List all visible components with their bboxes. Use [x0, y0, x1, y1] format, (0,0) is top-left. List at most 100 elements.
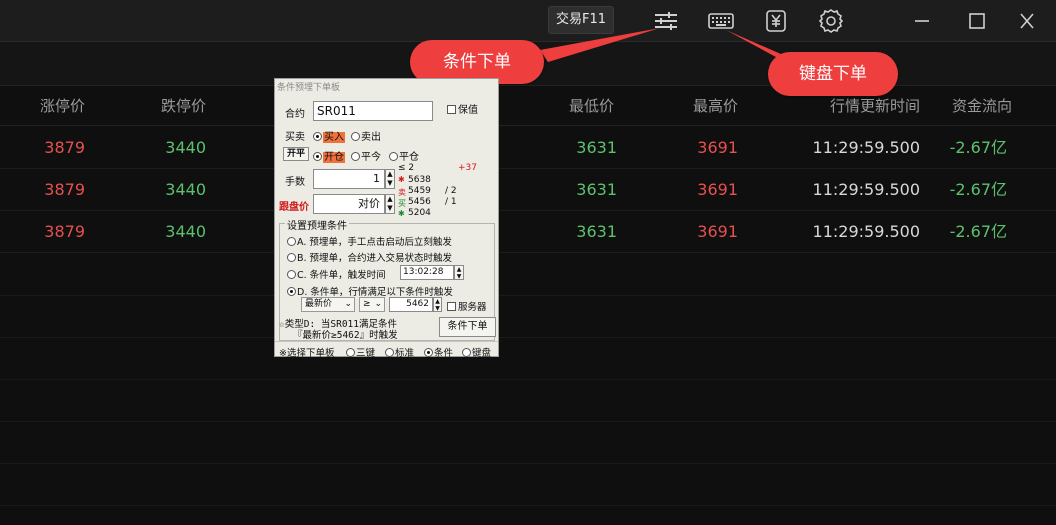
trigger-time-input[interactable]: 13:02:28	[400, 265, 454, 280]
qty-input[interactable]: 1	[313, 169, 385, 189]
header-limit-up[interactable]: 涨停价	[0, 86, 85, 126]
group-title: 设置预埋条件	[285, 217, 349, 232]
keep-label: 保值	[458, 105, 478, 116]
panel-select-label: ※选择下单板	[279, 348, 335, 359]
keyboard-icon[interactable]	[707, 8, 735, 34]
contract-input[interactable]: SR011	[313, 101, 433, 121]
cell-limit-down: 3440	[165, 222, 206, 241]
open-radio[interactable]: 开仓	[313, 148, 345, 163]
panel-three-key-dot[interactable]	[346, 348, 355, 357]
close-radio-dot[interactable]	[389, 152, 398, 161]
table-row[interactable]: 3879 3440 3631 3691 11:29:59.500 -2.67亿	[0, 169, 1056, 211]
option-d-radio[interactable]: D. 条件单，行情满足以下条件时触发	[287, 284, 453, 298]
quote-table-header: 涨停价 跌停价 最低价 最高价 行情更新时间 资金流向	[0, 86, 1056, 126]
server-label: 服务器	[458, 302, 487, 313]
callout-keyboard-order: 键盘下单	[768, 52, 898, 96]
option-a-radio[interactable]: A. 预埋单，手工点击启动后立刻触发	[287, 234, 452, 248]
option-c-radio[interactable]: C. 条件单，触发时间	[287, 267, 386, 281]
row-divider	[0, 337, 1056, 338]
maximize-icon[interactable]	[963, 8, 991, 34]
option-a-dot[interactable]	[287, 237, 296, 246]
row-divider	[0, 379, 1056, 380]
table-row[interactable]: 3879 3440 3631 3691 11:29:59.500 -2.67亿	[0, 127, 1056, 169]
cell-update-time: 11:29:59.500	[812, 180, 920, 199]
book-p1: 5638	[408, 175, 431, 185]
close-today-label: 平今	[361, 152, 381, 163]
book-buy-tag: 买	[398, 199, 406, 208]
buy-label: 买入	[323, 132, 345, 143]
minimize-icon[interactable]	[908, 8, 936, 34]
submit-conditional-order-button[interactable]: 条件下单	[439, 317, 496, 337]
row-divider	[0, 463, 1056, 464]
panel-option-conditional[interactable]: 条件	[424, 345, 453, 359]
close-today-radio-dot[interactable]	[351, 152, 360, 161]
conditional-order-icon[interactable]	[652, 8, 680, 34]
open-label: 开仓	[323, 152, 345, 163]
follow-price-button[interactable]: 跟盘价	[279, 198, 309, 213]
close-label: 平仓	[399, 152, 419, 163]
price-stepper[interactable]: ▲ ▼	[385, 194, 395, 214]
qty-stepper[interactable]: ▲ ▼	[385, 169, 395, 189]
keep-check-box[interactable]	[447, 105, 456, 114]
row-divider	[0, 505, 1056, 506]
cell-limit-up: 3879	[44, 138, 85, 157]
cell-high: 3691	[697, 138, 738, 157]
panel-option-standard[interactable]: 标准	[385, 345, 414, 359]
condition-value-stepper[interactable]: ▲ ▼	[433, 297, 442, 312]
panel-option-three-key[interactable]: 三键	[346, 345, 375, 359]
dialog-divider	[275, 341, 498, 342]
panel-three-key-label: 三键	[356, 348, 376, 359]
book-arrow-up-icon: ✱	[398, 175, 405, 184]
cell-fund-flow: -2.67亿	[949, 138, 1007, 157]
cell-update-time: 11:29:59.500	[812, 222, 920, 241]
option-b-radio[interactable]: B. 预埋单，合约进入交易状态时触发	[287, 250, 452, 264]
buy-radio[interactable]: 买入	[313, 128, 345, 143]
qty-label: 手数	[285, 177, 305, 188]
panel-keyboard-dot[interactable]	[462, 348, 471, 357]
book-p3: 5456	[408, 197, 431, 207]
option-c-dot[interactable]	[287, 270, 296, 279]
cell-fund-flow: -2.67亿	[949, 222, 1007, 241]
condition-operator-select[interactable]: ≥ ⌄	[359, 297, 385, 312]
panel-standard-dot[interactable]	[385, 348, 394, 357]
price-input[interactable]: 对价	[313, 194, 385, 214]
book-sell-tag: 卖	[398, 188, 406, 197]
condition-value-input[interactable]: 5462	[389, 297, 433, 312]
open-radio-dot[interactable]	[313, 152, 322, 161]
panel-conditional-dot[interactable]	[424, 348, 433, 357]
open-close-button[interactable]: 开平	[283, 147, 309, 161]
server-checkbox[interactable]: 服务器	[447, 299, 487, 313]
cell-fund-flow: -2.67亿	[949, 180, 1007, 199]
panel-keyboard-label: 键盘	[472, 348, 492, 359]
time-stepper[interactable]: ▲ ▼	[454, 265, 464, 280]
sell-radio-dot[interactable]	[351, 132, 360, 141]
header-low[interactable]: 最低价	[510, 86, 614, 126]
header-high[interactable]: 最高价	[640, 86, 738, 126]
sell-label: 卖出	[361, 132, 381, 143]
header-fund-flow[interactable]: 资金流向	[930, 86, 1012, 126]
panel-conditional-label: 条件	[434, 348, 454, 359]
book-s2: / 1	[445, 197, 457, 207]
condition-field-select[interactable]: 最新价 ⌄	[301, 297, 355, 312]
keep-checkbox[interactable]: 保值	[447, 101, 478, 116]
trade-button[interactable]: 交易F11	[548, 6, 614, 34]
cell-low: 3631	[576, 138, 617, 157]
header-limit-down[interactable]: 跌停价	[100, 86, 206, 126]
chevron-down-icon: ⌄	[374, 299, 382, 309]
book-p4: 5204	[408, 208, 431, 218]
book-s1: / 2	[445, 186, 457, 196]
panel-option-keyboard[interactable]: 键盘	[462, 345, 491, 359]
yen-icon[interactable]	[762, 8, 790, 34]
buy-radio-dot[interactable]	[313, 132, 322, 141]
option-d-dot[interactable]	[287, 287, 296, 296]
close-radio[interactable]: 平仓	[389, 148, 419, 163]
sell-radio[interactable]: 卖出	[351, 128, 381, 143]
server-check-box[interactable]	[447, 302, 456, 311]
option-b-dot[interactable]	[287, 253, 296, 262]
option-a-label: A. 预埋单，手工点击启动后立刻触发	[297, 237, 452, 248]
table-row[interactable]: 3879 3440 3631 3691 11:29:59.500 -2.67亿	[0, 211, 1056, 253]
close-icon[interactable]	[1013, 8, 1041, 34]
settings-icon[interactable]	[817, 8, 845, 34]
close-today-radio[interactable]: 平今	[351, 148, 381, 163]
cell-update-time: 11:29:59.500	[812, 138, 920, 157]
